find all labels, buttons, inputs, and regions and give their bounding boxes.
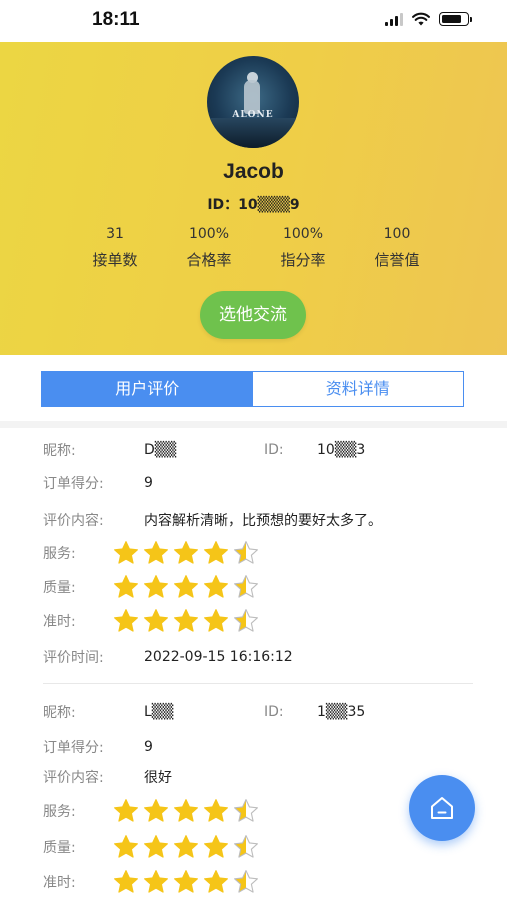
- star-icon: [234, 835, 258, 858]
- profile-stats: 31 接单数 100% 合格率 100% 指分率 100 信誉值: [70, 226, 450, 270]
- home-button[interactable]: [409, 775, 475, 841]
- service-label: 服务:: [43, 804, 76, 820]
- tab-bar: 用户评价 资料详情: [41, 371, 464, 407]
- star-icon: [204, 799, 228, 822]
- score-label: 订单得分:: [43, 476, 104, 492]
- id-value: 10▒▒3: [317, 442, 366, 458]
- stat-pass-rate: 100% 合格率: [164, 226, 254, 270]
- quality-label: 质量:: [43, 840, 76, 856]
- id-label: ID:: [264, 442, 284, 458]
- tab-user-reviews[interactable]: 用户评价: [42, 372, 253, 406]
- content-label: 评价内容:: [43, 770, 104, 786]
- score-value: 9: [144, 475, 153, 491]
- nickname-value: L▒▒: [144, 704, 174, 720]
- star-icon: [144, 609, 168, 632]
- profile-header: ALONE Jacob ID：10▒▒▒9 31 接单数 100% 合格率 10…: [0, 42, 507, 355]
- stat-value: 100%: [282, 226, 324, 242]
- review-time-label: 评价时间:: [43, 650, 104, 666]
- stat-label: 接单数: [92, 251, 138, 269]
- star-icon: [174, 575, 198, 598]
- content-label: 评价内容:: [43, 513, 104, 529]
- star-icon: [144, 575, 168, 598]
- status-icons: [385, 12, 472, 26]
- star-icon: [174, 835, 198, 858]
- star-icon: [234, 870, 258, 893]
- star-icon: [144, 799, 168, 822]
- stat-value: 31: [106, 226, 124, 242]
- ontime-label: 准时:: [43, 614, 76, 630]
- nickname-label: 昵称:: [43, 705, 76, 721]
- content-value: 内容解析清晰，比预想的要好太多了。: [144, 513, 382, 529]
- id-value: 1▒▒35: [317, 704, 366, 720]
- star-icon: [114, 541, 138, 564]
- star-icon: [234, 799, 258, 822]
- stat-score-rate: 100% 指分率: [258, 226, 348, 270]
- star-icon: [144, 541, 168, 564]
- profile-id: ID：10▒▒▒9: [207, 197, 300, 213]
- star-icon: [144, 870, 168, 893]
- star-icon: [234, 609, 258, 632]
- star-icon: [204, 609, 228, 632]
- star-icon: [114, 870, 138, 893]
- nickname-value: D▒▒: [144, 442, 177, 458]
- star-icon: [114, 575, 138, 598]
- stat-label: 合格率: [186, 251, 232, 269]
- star-icon: [204, 575, 228, 598]
- star-icon: [174, 799, 198, 822]
- avatar: ALONE: [207, 56, 299, 148]
- star-icon: [174, 870, 198, 893]
- nickname-label: 昵称:: [43, 443, 76, 459]
- review-divider: [43, 683, 473, 684]
- content-value: 很好: [144, 770, 172, 786]
- quality-label: 质量:: [43, 580, 76, 596]
- battery-icon: [439, 12, 472, 26]
- star-icon: [174, 541, 198, 564]
- id-label: ID:: [264, 704, 284, 720]
- service-stars: [113, 798, 259, 824]
- tab-profile-details[interactable]: 资料详情: [252, 372, 463, 406]
- chat-button[interactable]: 选他交流: [200, 291, 306, 339]
- wifi-icon: [412, 12, 430, 26]
- score-value: 9: [144, 739, 153, 755]
- star-icon: [204, 541, 228, 564]
- quality-stars: [113, 574, 259, 600]
- star-icon: [204, 835, 228, 858]
- score-label: 订单得分:: [43, 740, 104, 756]
- ontime-stars: [113, 869, 259, 895]
- star-icon: [144, 835, 168, 858]
- status-bar: 18:11: [0, 0, 507, 42]
- service-label: 服务:: [43, 546, 76, 562]
- review-item: 昵称: L▒▒ ID: 1▒▒35 订单得分: 9 评价内容: 很好 服务: 质…: [43, 700, 473, 900]
- profile-name: Jacob: [223, 160, 284, 183]
- star-icon: [174, 609, 198, 632]
- avatar-caption: ALONE: [232, 110, 274, 120]
- stat-credit: 100 信誉值: [352, 226, 442, 270]
- star-icon: [234, 575, 258, 598]
- star-icon: [114, 609, 138, 632]
- review-item: 昵称: D▒▒ ID: 10▒▒3 订单得分: 9 评价内容: 内容解析清晰，比…: [43, 438, 473, 678]
- service-stars: [113, 540, 259, 566]
- status-time: 18:11: [92, 9, 140, 30]
- stat-value: 100: [383, 226, 411, 242]
- stat-label: 指分率: [280, 251, 326, 269]
- stat-label: 信誉值: [374, 251, 420, 269]
- stat-orders: 31 接单数: [70, 226, 160, 270]
- star-icon: [114, 835, 138, 858]
- ontime-stars: [113, 608, 259, 634]
- stat-value: 100%: [188, 226, 230, 242]
- home-icon: [431, 797, 453, 819]
- section-divider: [0, 421, 507, 428]
- star-icon: [114, 799, 138, 822]
- ontime-label: 准时:: [43, 875, 76, 891]
- review-time-value: 2022-09-15 16:16:12: [144, 649, 293, 665]
- cellular-signal-icon: [385, 12, 403, 26]
- star-icon: [234, 541, 258, 564]
- star-icon: [204, 870, 228, 893]
- quality-stars: [113, 834, 259, 860]
